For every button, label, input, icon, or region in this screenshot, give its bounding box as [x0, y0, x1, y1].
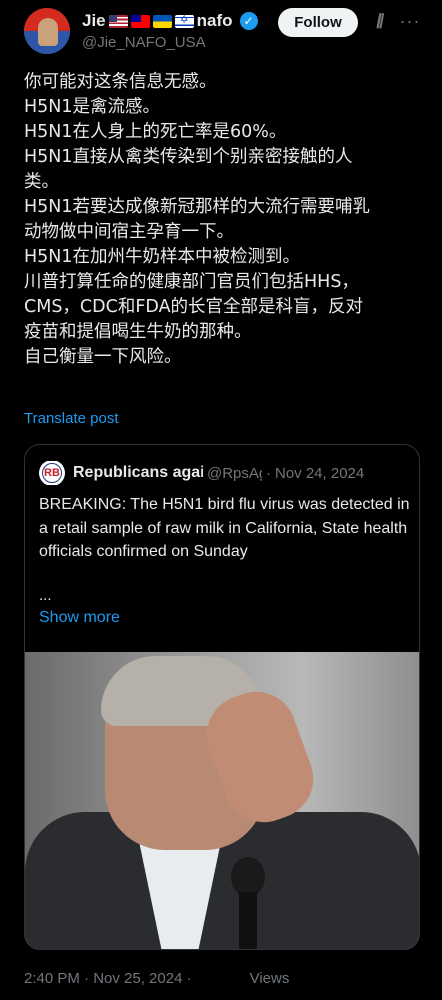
post-line: H5N1直接从禽类传染到个别亲密接触的人: [24, 147, 353, 167]
quoted-post-card[interactable]: RB Republicans against Trump @RpsAgainst…: [24, 444, 420, 950]
author-avatar[interactable]: [24, 8, 70, 54]
avatar-person-figure: [38, 18, 58, 46]
post-line: 类。: [24, 172, 59, 192]
grok-icon[interactable]: /̸: [368, 11, 390, 33]
post-text: 你可能对这条信息无感。 H5N1是禽流感。 H5N1在人身上的死亡率是60%。 …: [24, 70, 424, 370]
post-line: 疫苗和提倡喝生牛奶的那种。: [24, 322, 252, 342]
post-footer: 2:40 PM · Nov 25, 2024 · Views: [24, 970, 289, 987]
views-label: Views: [249, 970, 290, 987]
post-line: H5N1在人身上的死亡率是60%。: [24, 122, 287, 142]
quoted-post-date[interactable]: Nov 24, 2024: [275, 465, 364, 482]
show-more-link[interactable]: Show more: [39, 609, 120, 627]
post-line: 动物做中间宿主孕育一下。: [24, 222, 234, 242]
post-line: H5N1在加州牛奶样本中被检测到。: [24, 247, 301, 267]
post-line: 自己衡量一下风险。: [24, 347, 182, 367]
verified-badge-icon: ✓: [239, 12, 258, 30]
author-handle[interactable]: @Jie_NAFO_USA: [82, 34, 206, 51]
author-name-prefix[interactable]: Jie: [82, 11, 106, 31]
post-timestamp[interactable]: 2:40 PM · Nov 25, 2024 ·: [24, 970, 192, 987]
quoted-author-name[interactable]: Republicans against Trump: [73, 464, 203, 482]
author-name-row[interactable]: Jie nafo ✓: [82, 10, 258, 32]
post-line: 川普打算任命的健康部门官员们包括HHS，: [24, 272, 359, 292]
us-flag-icon: [108, 14, 128, 28]
translate-post-link[interactable]: Translate post: [24, 410, 119, 427]
post-line: 你可能对这条信息无感。: [24, 72, 217, 92]
post-line: CMS，CDC和FDA的长官全部是科盲，反对: [24, 297, 364, 317]
quoted-author-handle[interactable]: @RpsAgainstTrump: [207, 465, 262, 482]
quoted-post-photo[interactable]: [25, 652, 419, 949]
quoted-post-ellipsis: ...: [39, 587, 52, 604]
follow-button[interactable]: Follow: [278, 8, 358, 37]
microphone-icon: [231, 857, 265, 897]
israel-flag-icon: [174, 14, 194, 28]
more-options-icon[interactable]: ···: [398, 10, 422, 32]
tweet-header: Jie nafo ✓ @Jie_NAFO_USA Follow /̸ ···: [0, 0, 442, 62]
quoted-post-header: RB Republicans against Trump @RpsAgainst…: [39, 461, 411, 485]
quoted-post-body: BREAKING: The H5N1 bird flu virus was de…: [39, 496, 410, 560]
separator-dot: ·: [266, 464, 271, 482]
ukraine-flag-icon: [152, 14, 172, 28]
post-line: H5N1是禽流感。: [24, 97, 161, 117]
taiwan-flag-icon: [130, 14, 150, 28]
post-line: H5N1若要达成像新冠那样的大流行需要哺乳: [24, 197, 371, 217]
quoted-author-avatar[interactable]: RB: [39, 461, 65, 485]
microphone-handle: [239, 892, 257, 949]
author-name-suffix[interactable]: nafo: [197, 11, 233, 31]
